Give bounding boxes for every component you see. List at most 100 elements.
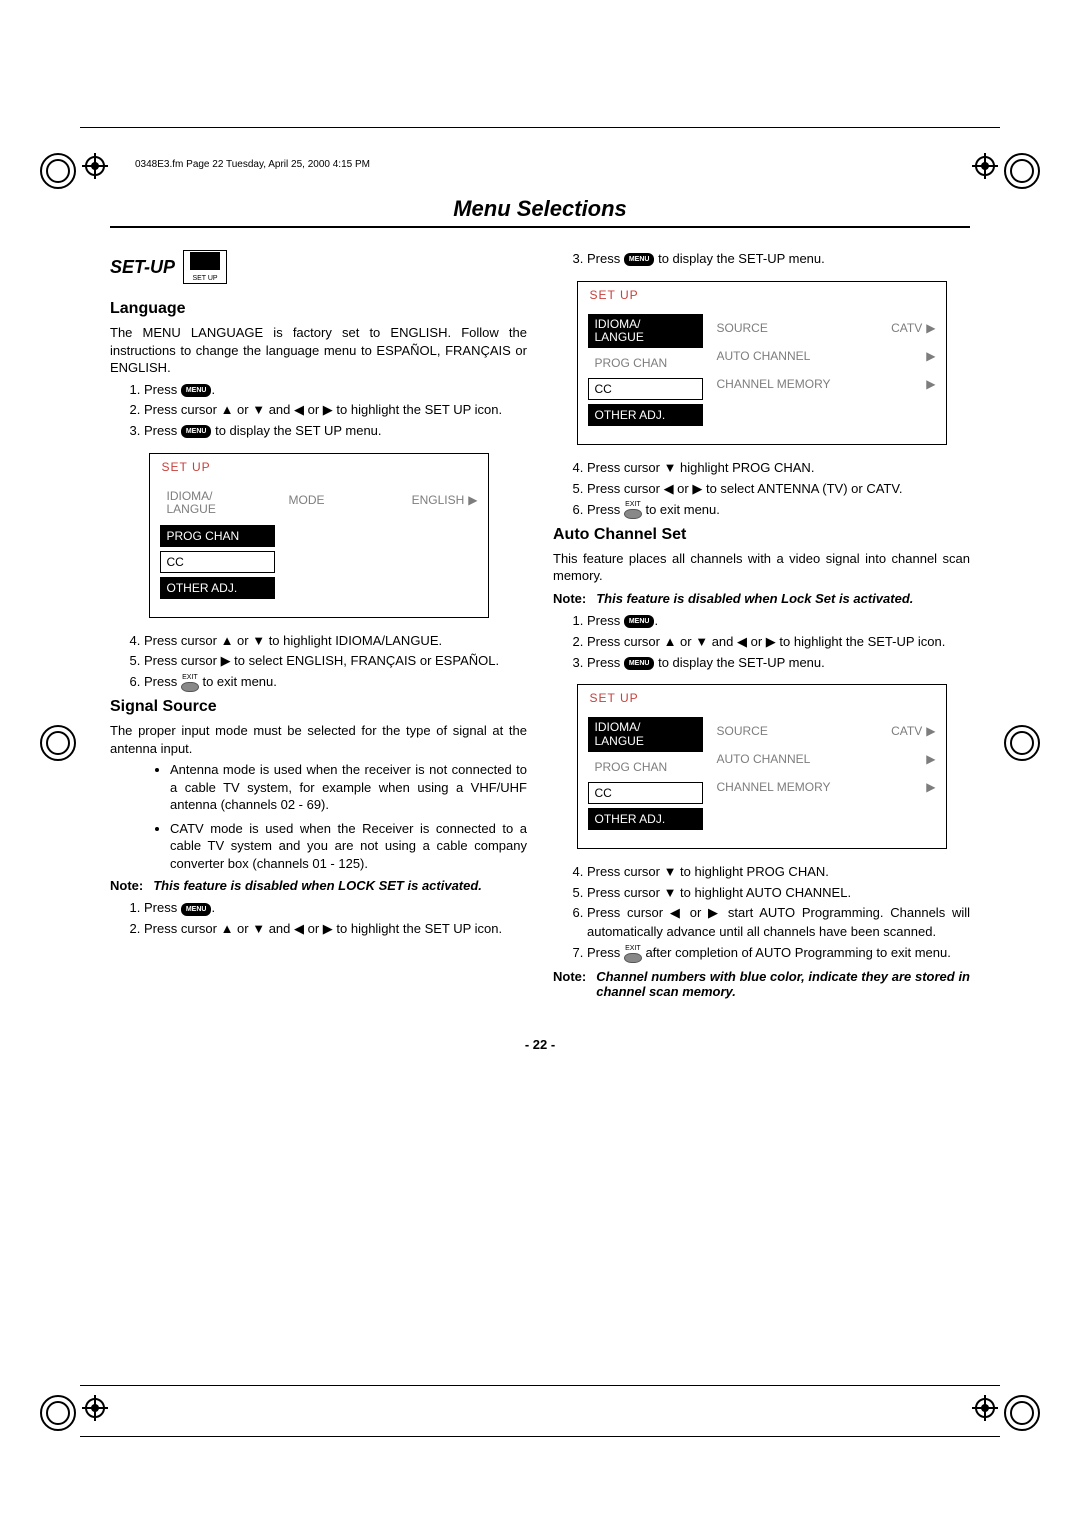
menu-key-icon: MENU bbox=[181, 425, 212, 438]
corner-mark-icon bbox=[1004, 725, 1040, 761]
osd-row-label: SOURCE bbox=[717, 321, 768, 335]
triangle-right-icon: ▶ bbox=[468, 493, 477, 507]
exit-key-icon: EXIT bbox=[624, 501, 642, 519]
corner-mark-icon bbox=[1004, 153, 1040, 189]
osd-row-label: AUTO CHANNEL bbox=[717, 752, 811, 766]
osd-row-label: SOURCE bbox=[717, 724, 768, 738]
step: Press cursor ▲ or ▼ and ◀ or ▶ to highli… bbox=[144, 401, 527, 420]
step: Press MENU. bbox=[144, 899, 527, 918]
osd-setup-progchan-1: SET UP IDIOMA/ LANGUE PROG CHAN CC OTHER… bbox=[577, 281, 947, 445]
step: Press MENU. bbox=[144, 381, 527, 400]
menu-key-icon: MENU bbox=[624, 615, 655, 628]
osd-options: SOURCE CATV ▶ AUTO CHANNEL ▶ CHANNEL MEMOR… bbox=[703, 314, 936, 426]
osd-row-value: ▶ bbox=[926, 780, 935, 794]
osd-row-value: ▶ bbox=[926, 752, 935, 766]
page-number: - 22 - bbox=[110, 1037, 970, 1052]
osd-options: SOURCE CATV ▶ AUTO CHANNEL ▶ CHANNEL MEMOR… bbox=[703, 717, 936, 829]
step: Press cursor ▲ or ▼ and ◀ or ▶ to highli… bbox=[587, 633, 970, 652]
step: Press EXIT to exit menu. bbox=[587, 501, 970, 520]
bullet: CATV mode is used when the Receiver is c… bbox=[170, 820, 527, 873]
registration-mark-icon bbox=[972, 1395, 998, 1421]
step: Press cursor ▼ to highlight AUTO CHANNEL… bbox=[587, 884, 970, 903]
osd-tabs: IDIOMA/ LANGUE PROG CHAN CC OTHER ADJ. bbox=[160, 486, 275, 598]
menu-key-icon: MENU bbox=[181, 384, 212, 397]
step: Press MENU to display the SET-UP menu. bbox=[587, 250, 970, 269]
registration-mark-icon bbox=[82, 153, 108, 179]
osd-row-label: AUTO CHANNEL bbox=[717, 349, 811, 363]
triangle-right-icon: ▶ bbox=[926, 349, 935, 363]
osd-tab-cc: CC bbox=[588, 782, 703, 804]
triangle-right-icon: ▶ bbox=[926, 780, 935, 794]
osd-row-value: ▶ bbox=[926, 377, 935, 391]
note-body: This feature is disabled when Lock Set i… bbox=[596, 591, 970, 606]
exit-key-icon: EXIT bbox=[181, 674, 199, 692]
registration-mark-icon bbox=[972, 153, 998, 179]
step: Press EXIT to exit menu. bbox=[144, 673, 527, 692]
corner-mark-icon bbox=[40, 153, 76, 189]
auto-channel-steps-b: Press cursor ▼ to highlight PROG CHAN. P… bbox=[553, 863, 970, 963]
menu-key-icon: MENU bbox=[624, 657, 655, 670]
page: 0348E3.fm Page 22 Tuesday, April 25, 200… bbox=[0, 0, 1080, 1112]
osd-row-value: ENGLISH ▶ bbox=[412, 493, 478, 507]
osd-row-value: ▶ bbox=[926, 349, 935, 363]
step: Press cursor ▼ to highlight PROG CHAN. bbox=[587, 863, 970, 882]
step: Press cursor ▼ highlight PROG CHAN. bbox=[587, 459, 970, 478]
osd-row: SOURCE CATV ▶ bbox=[717, 314, 936, 342]
osd-setup-language: SET UP IDIOMA/ LANGUE PROG CHAN CC OTHER… bbox=[149, 453, 489, 617]
osd-title: SET UP bbox=[578, 282, 946, 304]
setup-tv-icon: SET UP bbox=[183, 250, 227, 284]
two-column-layout: SET-UP SET UP Language The MENU LANGUAGE… bbox=[110, 250, 970, 1005]
left-column: SET-UP SET UP Language The MENU LANGUAGE… bbox=[110, 250, 527, 1005]
osd-row: AUTO CHANNEL ▶ bbox=[717, 342, 936, 370]
signal-source-steps-c: Press cursor ▼ highlight PROG CHAN. Pres… bbox=[553, 459, 970, 520]
exit-key-icon: EXIT bbox=[624, 945, 642, 963]
framemaker-header: 0348E3.fm Page 22 Tuesday, April 25, 200… bbox=[135, 159, 370, 170]
registration-mark-icon bbox=[82, 1395, 108, 1421]
note-auto-lockset: Note: This feature is disabled when Lock… bbox=[553, 591, 970, 606]
page-title: Menu Selections bbox=[110, 196, 970, 228]
osd-tab-idioma: IDIOMA/ LANGUE bbox=[160, 486, 275, 520]
osd-row-label: MODE bbox=[289, 493, 325, 507]
auto-channel-intro: This feature places all channels with a … bbox=[553, 550, 970, 585]
osd-title: SET UP bbox=[150, 454, 488, 476]
signal-source-intro: The proper input mode must be selected f… bbox=[110, 722, 527, 757]
triangle-right-icon: ▶ bbox=[926, 321, 935, 335]
language-steps-b: Press cursor ▲ or ▼ to highlight IDIOMA/… bbox=[110, 632, 527, 693]
osd-row: MODE ENGLISH ▶ bbox=[289, 486, 478, 514]
osd-tab-other: OTHER ADJ. bbox=[588, 808, 703, 830]
osd-title: SET UP bbox=[578, 685, 946, 707]
osd-row-label: CHANNEL MEMORY bbox=[717, 780, 831, 794]
osd-row-label: CHANNEL MEMORY bbox=[717, 377, 831, 391]
signal-source-steps-a: Press MENU. Press cursor ▲ or ▼ and ◀ or… bbox=[110, 899, 527, 939]
step: Press cursor ▲ or ▼ to highlight IDIOMA/… bbox=[144, 632, 527, 651]
osd-row-value: CATV ▶ bbox=[891, 724, 935, 738]
triangle-right-icon: ▶ bbox=[926, 724, 935, 738]
step: Press cursor ◀ or ▶ to select ANTENNA (T… bbox=[587, 480, 970, 499]
setup-heading-row: SET-UP SET UP bbox=[110, 250, 527, 284]
bullet: Antenna mode is used when the receiver i… bbox=[170, 761, 527, 814]
triangle-right-icon: ▶ bbox=[926, 377, 935, 391]
osd-tabs: IDIOMA/ LANGUE PROG CHAN CC OTHER ADJ. bbox=[588, 717, 703, 829]
osd-options: MODE ENGLISH ▶ bbox=[275, 486, 478, 598]
setup-label: SET-UP bbox=[110, 257, 175, 278]
signal-source-bullets: Antenna mode is used when the receiver i… bbox=[110, 761, 527, 872]
osd-tab-idioma: IDIOMA/ LANGUE bbox=[588, 314, 703, 348]
crop-line-bottom-2 bbox=[80, 1436, 1000, 1437]
note-label: Note: bbox=[553, 969, 586, 999]
right-column: Press MENU to display the SET-UP menu. S… bbox=[553, 250, 970, 1005]
corner-mark-icon bbox=[40, 725, 76, 761]
osd-row-value: CATV ▶ bbox=[891, 321, 935, 335]
step: Press EXIT after completion of AUTO Prog… bbox=[587, 944, 970, 963]
note-label: Note: bbox=[110, 878, 143, 893]
corner-mark-icon bbox=[40, 1395, 76, 1431]
language-intro: The MENU LANGUAGE is factory set to ENGL… bbox=[110, 324, 527, 377]
osd-row: CHANNEL MEMORY ▶ bbox=[717, 773, 936, 801]
osd-tab-other: OTHER ADJ. bbox=[588, 404, 703, 426]
corner-mark-icon bbox=[1004, 1395, 1040, 1431]
osd-tab-cc: CC bbox=[160, 551, 275, 573]
osd-setup-progchan-2: SET UP IDIOMA/ LANGUE PROG CHAN CC OTHER… bbox=[577, 684, 947, 848]
note-label: Note: bbox=[553, 591, 586, 606]
osd-tab-progchan: PROG CHAN bbox=[588, 352, 703, 374]
language-heading: Language bbox=[110, 300, 527, 318]
osd-tab-other: OTHER ADJ. bbox=[160, 577, 275, 599]
